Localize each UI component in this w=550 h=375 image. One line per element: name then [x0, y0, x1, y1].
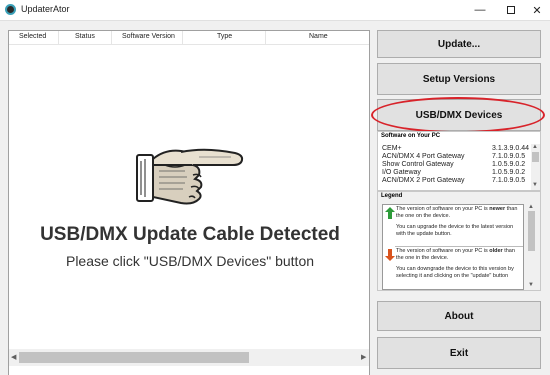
app-icon	[5, 4, 16, 15]
setup-versions-button[interactable]: Setup Versions	[377, 63, 541, 95]
maximize-button[interactable]	[497, 0, 525, 20]
scroll-up-icon[interactable]: ▲	[528, 204, 534, 210]
title-bar: UpdaterAtor — ✕	[0, 0, 550, 20]
close-icon: ✕	[532, 4, 542, 17]
software-row: ACN/DMX 2 Port Gateway 7.1.0.9.0.5	[382, 177, 530, 185]
software-scrollbar[interactable]: ▲ ▼	[531, 144, 540, 190]
scroll-down-icon[interactable]: ▼	[528, 282, 534, 288]
software-row: Show Control Gateway 1.0.5.9.0.2	[382, 161, 530, 169]
software-name: ACN/DMX 2 Port Gateway	[382, 177, 465, 184]
software-row: I/O Gateway 1.0.5.9.0.2	[382, 169, 530, 177]
legend-scrollbar[interactable]: ▲ ▼	[526, 204, 537, 290]
column-type[interactable]: Type	[217, 33, 232, 40]
minimize-icon: —	[474, 4, 486, 16]
scroll-up-icon[interactable]: ▲	[532, 144, 538, 150]
software-name: CEM+	[382, 145, 402, 152]
green-up-arrow-icon	[385, 207, 395, 219]
column-selected[interactable]: Selected	[19, 33, 46, 40]
software-version: 1.0.5.9.0.2	[492, 161, 526, 168]
column-software-version[interactable]: Software Version	[122, 33, 175, 40]
column-name[interactable]: Name	[309, 33, 328, 40]
software-row: ACN/DMX 4 Port Gateway 7.1.0.9.0.5	[382, 153, 530, 161]
about-button[interactable]: About	[377, 301, 541, 331]
software-panel: Software on Your PC CEM+ 3.1.3.9.0.44 ACN…	[377, 131, 541, 191]
legend-content: The version of software on your PC is ne…	[382, 204, 524, 290]
software-version: 3.1.3.9.0.44	[492, 145, 529, 152]
cable-detected-subtitle: Please click "USB/DMX Devices" button	[65, 253, 315, 269]
software-list: CEM+ 3.1.3.9.0.44 ACN/DMX 4 Port Gateway 7…	[382, 145, 530, 185]
scroll-left-icon[interactable]: ◀	[11, 353, 16, 361]
legend-scroll-thumb[interactable]	[528, 211, 535, 251]
column-header: Selected Status Software Version Type Na…	[9, 31, 369, 45]
legend-older-text: The version of software on your PC is ol…	[396, 248, 515, 279]
column-status[interactable]: Status	[75, 33, 95, 40]
software-version: 1.0.5.9.0.2	[492, 169, 526, 176]
update-button[interactable]: Update...	[377, 30, 541, 58]
scroll-right-icon[interactable]: ▶	[361, 353, 366, 361]
software-version: 7.1.0.9.0.5	[492, 153, 526, 160]
horizontal-scroll-thumb[interactable]	[19, 352, 249, 363]
horizontal-scrollbar[interactable]: ◀ ▶	[9, 349, 369, 366]
window-title: UpdaterAtor	[21, 4, 70, 14]
maximize-icon	[507, 6, 515, 14]
exit-button[interactable]: Exit	[377, 337, 541, 369]
orange-down-arrow-icon	[385, 249, 395, 261]
software-name: ACN/DMX 4 Port Gateway	[382, 153, 465, 160]
legend-title: Legend	[381, 193, 403, 199]
legend-newer-text: The version of software on your PC is ne…	[396, 206, 518, 237]
software-row: CEM+ 3.1.3.9.0.44	[382, 145, 530, 153]
device-list[interactable]: Selected Status Software Version Type Na…	[8, 30, 370, 375]
pointing-hand-icon	[136, 148, 244, 205]
software-name: I/O Gateway	[382, 169, 421, 176]
cable-detected-title: USB/DMX Update Cable Detected	[40, 224, 340, 245]
software-name: Show Control Gateway	[382, 161, 454, 168]
software-version: 7.1.0.9.0.5	[492, 177, 526, 184]
legend-panel: Legend The version of software on your P…	[377, 191, 541, 291]
main-window: Selected Status Software Version Type Na…	[0, 20, 550, 375]
highlight-ring	[371, 97, 545, 133]
minimize-button[interactable]: —	[466, 0, 494, 20]
software-scroll-thumb[interactable]	[532, 152, 539, 162]
close-button[interactable]: ✕	[523, 0, 550, 20]
software-panel-title: Software on Your PC	[381, 133, 441, 139]
scroll-down-icon[interactable]: ▼	[532, 182, 538, 188]
